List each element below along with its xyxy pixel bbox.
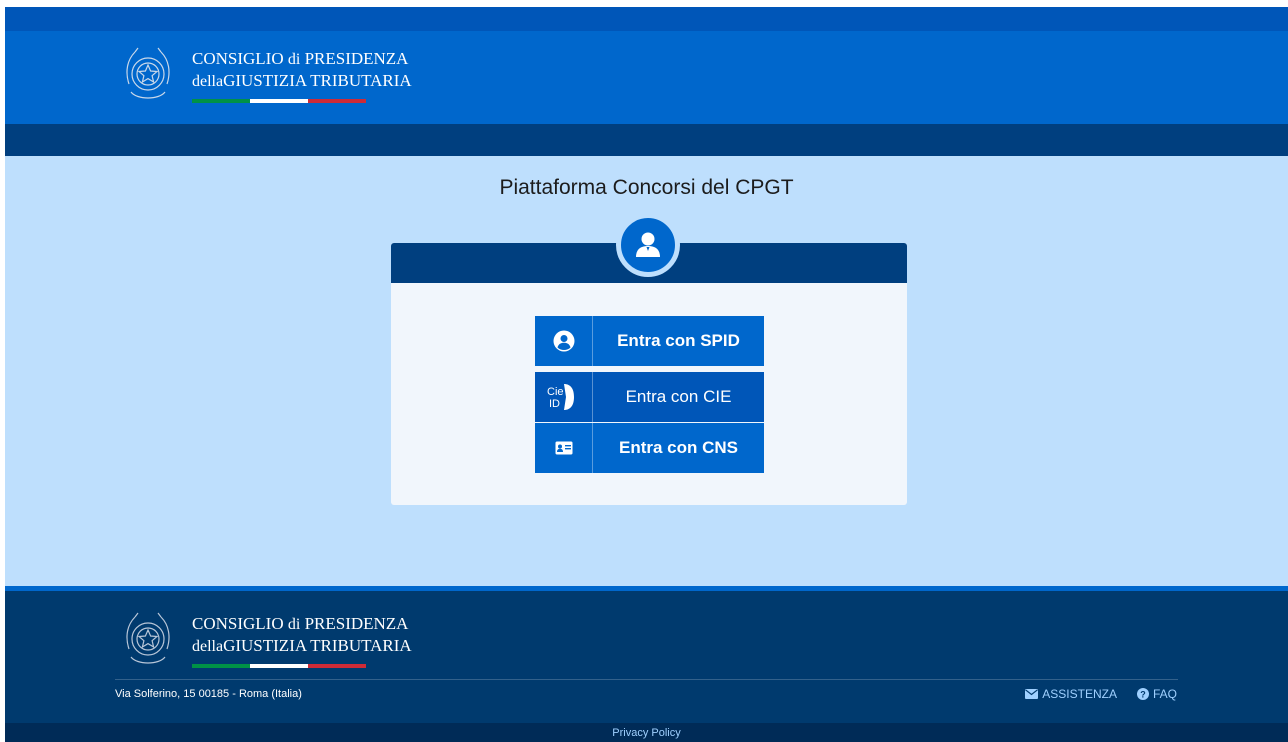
italian-tricolor bbox=[192, 664, 366, 668]
assistenza-label: ASSISTENZA bbox=[1042, 687, 1117, 701]
svg-text:ID: ID bbox=[549, 398, 560, 410]
footer-divider bbox=[115, 679, 1178, 680]
emblem-icon bbox=[126, 47, 170, 99]
footer: CONSIGLIO di PRESIDENZA dellaGIUSTIZIA T… bbox=[5, 591, 1288, 723]
footer-links: ASSISTENZA ? FAQ bbox=[1025, 687, 1177, 701]
footer-brand: CONSIGLIO di PRESIDENZA dellaGIUSTIZIA T… bbox=[121, 605, 412, 677]
user-circle-icon bbox=[535, 316, 593, 366]
header: CONSIGLIO di PRESIDENZA dellaGIUSTIZIA T… bbox=[5, 31, 1288, 124]
main-content: Piattaforma Concorsi del CPGT Entra con … bbox=[5, 156, 1288, 586]
question-circle-icon: ? bbox=[1136, 688, 1149, 700]
bottom-bar: Privacy Policy bbox=[5, 723, 1288, 742]
emblem-icon bbox=[126, 612, 170, 664]
svg-text:?: ? bbox=[1140, 690, 1146, 700]
footer-brand-name: CONSIGLIO di PRESIDENZA dellaGIUSTIZIA T… bbox=[192, 614, 412, 655]
id-card-icon bbox=[535, 423, 593, 473]
assistenza-link[interactable]: ASSISTENZA bbox=[1025, 687, 1117, 701]
envelope-icon bbox=[1025, 689, 1039, 699]
navigation-bar bbox=[5, 124, 1288, 156]
privacy-policy-link[interactable]: Privacy Policy bbox=[612, 727, 680, 739]
brand-name: CONSIGLIO di PRESIDENZA dellaGIUSTIZIA T… bbox=[192, 49, 412, 90]
cie-login-button[interactable]: Cie ID Entra con CIE bbox=[535, 372, 764, 422]
cns-login-button[interactable]: Entra con CNS bbox=[535, 423, 764, 473]
spid-login-label: Entra con SPID bbox=[617, 331, 740, 350]
login-card: Entra con SPID Cie ID Entra con CIE Entr… bbox=[391, 213, 907, 505]
faq-label: FAQ bbox=[1152, 687, 1177, 701]
footer-address: Via Solferino, 15 00185 - Roma (Italia) bbox=[115, 688, 302, 700]
header-brand[interactable]: CONSIGLIO di PRESIDENZA dellaGIUSTIZIA T… bbox=[121, 40, 412, 112]
faq-link[interactable]: ? FAQ bbox=[1136, 687, 1177, 701]
italian-tricolor bbox=[192, 99, 366, 103]
cie-login-label: Entra con CIE bbox=[625, 387, 732, 406]
svg-text:Cie: Cie bbox=[547, 386, 564, 398]
spid-login-button[interactable]: Entra con SPID bbox=[535, 316, 764, 366]
page-title: Piattaforma Concorsi del CPGT bbox=[499, 176, 794, 199]
cns-login-label: Entra con CNS bbox=[618, 438, 739, 457]
cie-id-icon: Cie ID bbox=[535, 372, 593, 422]
header-top-strip bbox=[5, 7, 1288, 31]
user-avatar-icon bbox=[616, 213, 680, 277]
